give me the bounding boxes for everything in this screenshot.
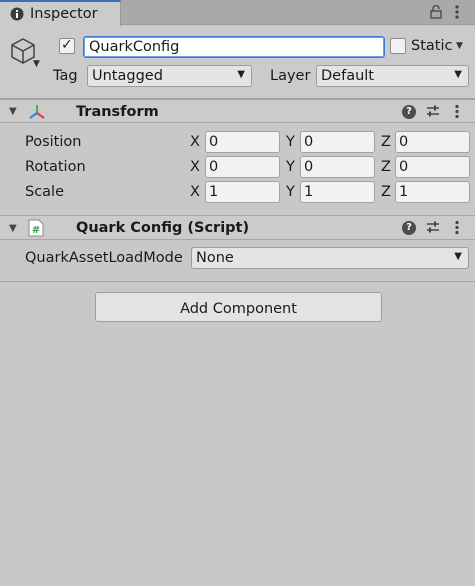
quark-asset-load-mode-dropdown[interactable]: None ▼ <box>191 247 469 269</box>
help-icon[interactable]: ? <box>402 221 416 235</box>
foldout-arrow-icon[interactable]: ▼ <box>9 107 17 117</box>
layer-label: Layer <box>270 68 311 84</box>
axis-z-label[interactable]: Z <box>381 185 391 200</box>
axis-x-label[interactable]: X <box>190 185 200 200</box>
scale-x-field[interactable]: 1 <box>205 181 280 203</box>
axis-y-label[interactable]: Y <box>286 135 295 150</box>
lock-icon[interactable] <box>430 5 442 19</box>
icon-dropdown-arrow-icon[interactable]: ▼ <box>33 60 40 69</box>
rotation-x-field[interactable]: 0 <box>205 156 280 178</box>
transform-axes-icon <box>29 105 45 119</box>
static-toggle[interactable] <box>390 38 406 54</box>
tab-inspector[interactable]: Inspector <box>0 0 121 26</box>
presets-icon[interactable] <box>426 104 440 118</box>
divider <box>0 281 475 282</box>
axis-z-label[interactable]: Z <box>381 160 391 175</box>
add-component-button[interactable]: Add Component <box>95 292 382 322</box>
svg-text:#: # <box>32 225 40 236</box>
transform-title: Transform <box>76 104 159 120</box>
script-component-title: Quark Config (Script) <box>76 220 250 236</box>
tag-dropdown[interactable]: Untagged ▼ <box>87 65 252 87</box>
csharp-script-icon: # <box>28 219 44 237</box>
chevron-down-icon: ▼ <box>454 69 462 80</box>
layer-dropdown[interactable]: Default ▼ <box>316 65 469 87</box>
kebab-menu-icon[interactable] <box>454 104 460 120</box>
chevron-down-icon: ▼ <box>454 251 462 262</box>
foldout-arrow-icon[interactable]: ▼ <box>9 224 17 234</box>
scale-y-field[interactable]: 1 <box>300 181 375 203</box>
scale-label: Scale <box>25 184 65 200</box>
kebab-menu-icon[interactable] <box>454 220 460 236</box>
chevron-down-icon: ▼ <box>237 69 245 80</box>
position-x-field[interactable]: 0 <box>205 131 280 153</box>
kebab-menu-icon[interactable] <box>454 4 460 20</box>
axis-x-label[interactable]: X <box>190 135 200 150</box>
presets-icon[interactable] <box>426 220 440 234</box>
rotation-z-field[interactable]: 0 <box>395 156 470 178</box>
position-label: Position <box>25 134 82 150</box>
static-dropdown-arrow-icon[interactable]: ▼ <box>456 42 463 51</box>
rotation-label: Rotation <box>25 159 86 175</box>
checkmark-icon: ✓ <box>61 37 73 53</box>
active-toggle[interactable]: ✓ <box>59 37 75 54</box>
gameobject-name-input[interactable]: QuarkConfig <box>83 36 385 58</box>
quark-asset-load-mode-label: QuarkAssetLoadMode <box>25 250 183 266</box>
axis-y-label[interactable]: Y <box>286 185 295 200</box>
info-icon <box>10 7 24 21</box>
rotation-y-field[interactable]: 0 <box>300 156 375 178</box>
static-label: Static <box>411 38 453 54</box>
help-icon[interactable]: ? <box>402 105 416 119</box>
tab-label: Inspector <box>30 6 98 22</box>
scale-z-field[interactable]: 1 <box>395 181 470 203</box>
axis-y-label[interactable]: Y <box>286 160 295 175</box>
tag-label: Tag <box>53 68 78 84</box>
position-z-field[interactable]: 0 <box>395 131 470 153</box>
axis-z-label[interactable]: Z <box>381 135 391 150</box>
axis-x-label[interactable]: X <box>190 160 200 175</box>
position-y-field[interactable]: 0 <box>300 131 375 153</box>
